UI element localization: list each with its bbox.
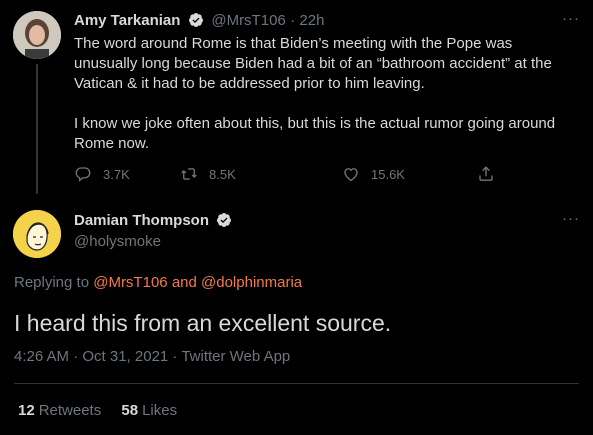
replying-to-label: Replying to [14, 274, 90, 291]
author-handle[interactable]: @MrsT106 [211, 12, 285, 29]
retweet-count: 8.5K [209, 166, 236, 182]
more-options-icon[interactable]: ··· [562, 10, 580, 27]
verified-badge-icon [216, 212, 232, 228]
engagement-stats: 12 Retweets 58 Likes [18, 402, 177, 419]
retweet-icon [181, 168, 197, 180]
verified-badge-icon [188, 12, 204, 28]
retweets-label: Retweets [38, 402, 102, 419]
tweet-text-paragraph-2: I know we joke often about this, but thi… [74, 115, 556, 152]
replying-and: and [171, 274, 197, 291]
tweet-text-paragraph-1: The word around Rome is that Biden’s mee… [74, 35, 552, 92]
tweet-metadata[interactable]: 4:26 AM · Oct 31, 2021 · Twitter Web App [14, 348, 290, 365]
share-button[interactable] [477, 165, 506, 183]
more-options-icon[interactable]: ··· [562, 210, 580, 227]
likes-stat[interactable]: 58 Likes [121, 402, 177, 419]
author-handle[interactable]: @holysmoke [74, 233, 161, 250]
tweet-actions: 3.7K 8.5K 15.6K [74, 165, 514, 185]
like-count: 15.6K [371, 166, 405, 182]
retweet-button[interactable]: 8.5K [180, 165, 236, 183]
focused-tweet-header: Damian Thompson [74, 212, 235, 230]
heart-icon [344, 168, 358, 182]
author-name[interactable]: Amy Tarkanian [74, 12, 180, 29]
divider [14, 383, 579, 384]
retweets-count: 12 [18, 402, 35, 419]
retweets-stat[interactable]: 12 Retweets [18, 402, 105, 419]
reply-icon [75, 167, 91, 182]
share-icon [479, 166, 493, 181]
reply-button[interactable]: 3.7K [74, 165, 130, 183]
tweet-header: Amy Tarkanian @MrsT106 · 22h [74, 12, 324, 30]
reply-count: 3.7K [103, 166, 130, 182]
thread-connector-line [36, 64, 38, 194]
avatar-amy-tarkanian[interactable] [13, 11, 61, 59]
focused-tweet-text: I heard this from an excellent source. [14, 310, 392, 336]
mention-link-mrst106[interactable]: @MrsT106 [93, 274, 167, 291]
avatar-damian-thompson[interactable] [13, 210, 61, 258]
tweet-text: The word around Rome is that Biden’s mee… [74, 34, 579, 174]
likes-label: Likes [142, 402, 178, 419]
replying-to-line: Replying to @MrsT106 and @dolphinmaria [14, 274, 302, 291]
like-button[interactable]: 15.6K [342, 165, 405, 183]
mention-link-dolphinmaria[interactable]: @dolphinmaria [201, 274, 302, 291]
likes-count: 58 [121, 402, 139, 419]
parent-tweet[interactable]: Amy Tarkanian @MrsT106 · 22h ··· The wor… [0, 0, 593, 197]
author-name[interactable]: Damian Thompson [74, 212, 209, 229]
tweet-timestamp[interactable]: · 22h [290, 12, 324, 29]
